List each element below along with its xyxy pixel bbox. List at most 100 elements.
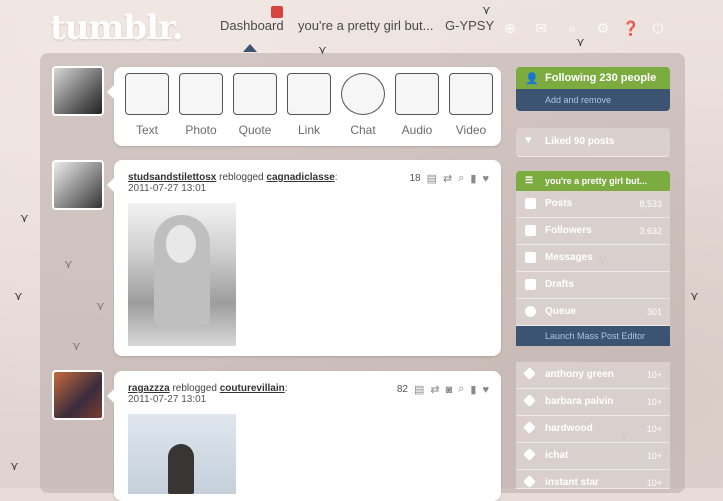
card-pointer — [107, 178, 114, 192]
post-type-audio[interactable]: Audio — [390, 73, 444, 137]
post-card: studsandstilettosx reblogged cagnadiclas… — [107, 160, 501, 356]
heart-icon[interactable]: ♥ — [482, 173, 489, 185]
tag-icon — [523, 421, 536, 434]
post-type-label: Text — [135, 123, 158, 137]
notes-count[interactable]: 18 — [409, 173, 420, 184]
nav-dashboard[interactable]: Dashboard — [220, 18, 284, 33]
post-type-label: Audio — [401, 123, 433, 137]
notes-icon[interactable]: ▤ — [414, 383, 424, 396]
chart-icon — [525, 225, 536, 236]
post-author-link[interactable]: studsandstilettosx — [128, 172, 216, 183]
following-button[interactable]: 👤 Following 230 people — [516, 67, 670, 89]
nav-blog-title[interactable]: you're a pretty girl but... — [298, 18, 433, 33]
post-type-video[interactable]: Video — [444, 73, 498, 137]
notes-count[interactable]: 82 — [397, 384, 408, 395]
post-photo[interactable] — [128, 203, 236, 346]
active-tab-indicator — [243, 44, 257, 52]
tag-icon — [523, 448, 536, 461]
card-pointer — [107, 85, 114, 99]
post-controls: 18 ▤ ⇄ ⌕ ▮ ♥ — [409, 172, 489, 185]
post-source-link[interactable]: cagnadiclasse — [266, 172, 334, 183]
post-date: 2011-07-27 13:01 — [128, 183, 207, 194]
sidebar-item-messages[interactable]: Messages — [516, 245, 670, 272]
sidebar-item-queue[interactable]: Queue 301 — [516, 299, 670, 326]
bird-icon: ⋎ — [14, 289, 23, 303]
post-avatar[interactable] — [52, 370, 104, 420]
tag-item[interactable]: barbara palvin 10+ — [516, 389, 670, 416]
liked-posts-link[interactable]: ♥ Liked 90 posts — [516, 128, 670, 157]
tag-icon — [523, 394, 536, 407]
mass-post-editor-link[interactable]: Launch Mass Post Editor — [516, 326, 670, 346]
post-type-label: Video — [455, 123, 487, 137]
blog-title-label: you're a pretty girl but... — [545, 176, 648, 186]
post-header: ragazzza reblogged couturevillain: — [128, 383, 288, 394]
following-label: Following 230 people — [545, 72, 657, 84]
post-card: ragazzza reblogged couturevillain: 2011-… — [107, 371, 501, 501]
tumblr-logo[interactable]: tumblr. — [50, 8, 184, 48]
tag-item[interactable]: hardwood 10+ — [516, 416, 670, 443]
bird-icon: ⋎ — [576, 35, 585, 49]
tag-item[interactable]: instant star 10+ — [516, 470, 670, 489]
liked-label: Liked 90 posts — [545, 136, 615, 147]
gear-icon[interactable]: ⚙ — [595, 20, 611, 36]
post-avatar[interactable] — [52, 160, 104, 210]
quote-icon — [233, 73, 277, 115]
post-type-label: Quote — [238, 123, 272, 137]
post-type-link[interactable]: Link — [282, 73, 336, 137]
search-icon[interactable]: ⌕ — [564, 20, 580, 36]
bookmark-icon[interactable]: ▮ — [470, 383, 476, 396]
help-icon[interactable]: ❓ — [622, 20, 639, 36]
post-type-chat[interactable]: Chat — [336, 73, 390, 137]
notes-icon[interactable]: ▤ — [427, 172, 437, 185]
post-header: studsandstilettosx reblogged cagnadiclas… — [128, 172, 338, 183]
bookmark-icon[interactable]: ▮ — [470, 172, 476, 185]
heart-icon[interactable]: ♥ — [482, 384, 489, 396]
post-type-quote[interactable]: Quote — [228, 73, 282, 137]
photo-icon — [179, 73, 223, 115]
post-photo[interactable] — [128, 414, 236, 494]
post-type-bar: Text Photo Quote Link Chat Audio Video — [107, 67, 501, 146]
mail-icon[interactable]: ✉ — [533, 20, 549, 36]
tag-item[interactable]: ichat 10+ — [516, 443, 670, 470]
post-type-text[interactable]: Text — [120, 73, 174, 137]
post-type-photo[interactable]: Photo — [174, 73, 228, 137]
bird-icon: ⋎ — [10, 459, 19, 473]
post-action: reblogged — [219, 172, 264, 183]
search-icon[interactable]: ⌕ — [458, 172, 464, 185]
chat-icon — [341, 73, 385, 115]
nav-user[interactable]: G-YPSY — [445, 18, 494, 33]
power-icon[interactable]: ⏻ — [650, 20, 666, 36]
mass-post-label: Launch Mass Post Editor — [545, 331, 646, 341]
sidebar-item-posts[interactable]: Posts 8,533 — [516, 191, 670, 218]
sidebar-item-drafts[interactable]: Drafts — [516, 272, 670, 299]
sidebar-item-followers[interactable]: Followers 3,632 — [516, 218, 670, 245]
post-type-label: Link — [297, 123, 320, 137]
add-remove-link[interactable]: Add and remove — [516, 89, 670, 111]
reblog-icon[interactable]: ⇄ — [430, 383, 439, 396]
link-icon — [287, 73, 331, 115]
bird-icon: ⋎ — [482, 3, 491, 17]
post-type-label: Photo — [185, 123, 217, 137]
heart-icon: ♥ — [525, 134, 532, 146]
video-icon — [449, 73, 493, 115]
mail-icon — [525, 252, 536, 263]
reblog-icon[interactable]: ⇄ — [443, 172, 452, 185]
add-blog-icon[interactable]: ⊕ — [502, 20, 518, 36]
text-icon — [125, 73, 169, 115]
post-author-link[interactable]: ragazzza — [128, 383, 170, 394]
notification-badge[interactable] — [271, 6, 283, 18]
camera-icon[interactable]: ◙ — [446, 384, 453, 396]
post-source-link[interactable]: couturevillain — [220, 383, 285, 394]
blog-title-header[interactable]: ☰ you're a pretty girl but... — [516, 171, 670, 191]
audio-icon — [395, 73, 439, 115]
list-icon: ☰ — [525, 175, 534, 185]
card-pointer — [107, 389, 114, 403]
post-controls: 82 ▤ ⇄ ◙ ⌕ ▮ ♥ — [397, 383, 489, 396]
post-type-label: Chat — [350, 123, 376, 137]
bird-icon: ⋎ — [690, 289, 699, 303]
search-icon[interactable]: ⌕ — [458, 383, 464, 396]
tag-icon — [523, 475, 536, 488]
tag-item[interactable]: anthony green 10+ — [516, 362, 670, 389]
tag-icon — [523, 367, 536, 380]
user-avatar[interactable] — [52, 66, 104, 116]
